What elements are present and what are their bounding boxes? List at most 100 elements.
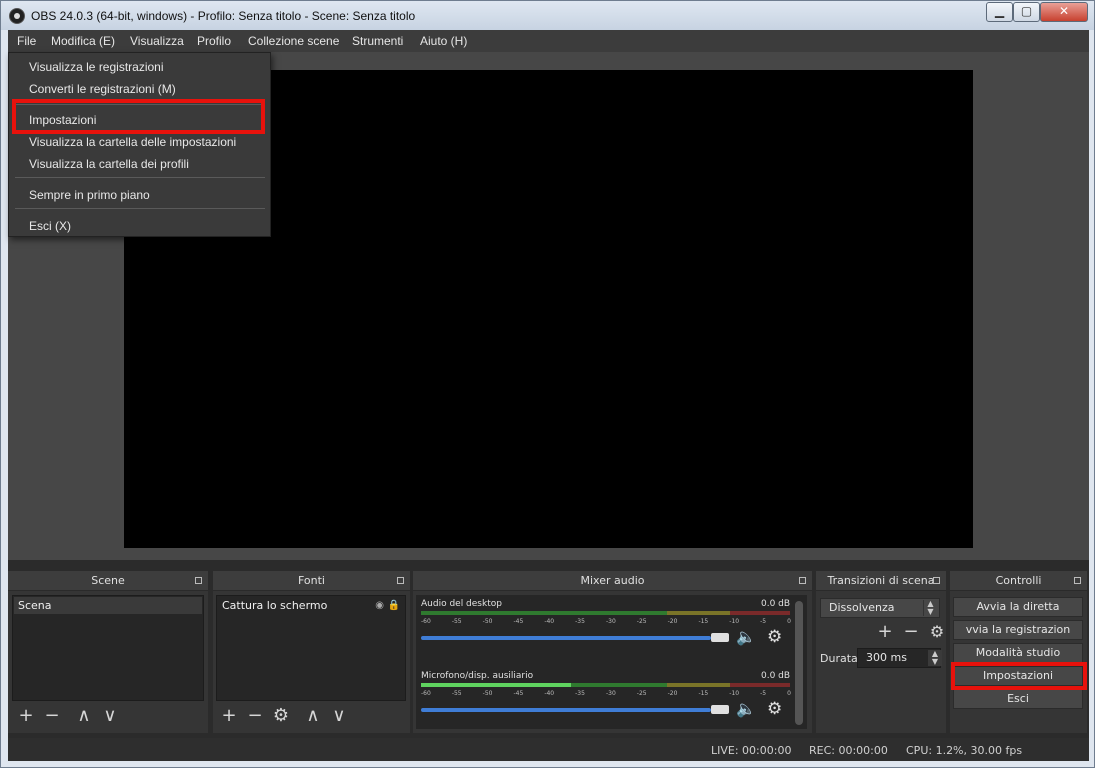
- lock-icon[interactable]: 🔒: [388, 597, 400, 614]
- menu-item-esci[interactable]: Esci (X): [29, 219, 71, 233]
- scene-transitions-dock: Transizioni di scena Dissolvenza ▲ ▼ + − …: [816, 571, 946, 733]
- speaker-icon[interactable]: 🔈: [736, 627, 756, 646]
- tick-label: 0: [787, 690, 791, 697]
- transitions-dock-title: Transizioni di scena: [827, 574, 935, 587]
- menu-bar: File Modifica (E) Visualizza Profilo Col…: [8, 30, 1089, 52]
- volume-slider-handle[interactable]: [711, 633, 729, 642]
- close-button[interactable]: ✕: [1040, 2, 1088, 22]
- window-titlebar: OBS 24.0.3 (64-bit, windows) - Profilo: …: [0, 0, 1095, 30]
- window-frame: File Modifica (E) Visualizza Profilo Col…: [0, 30, 1095, 768]
- undock-icon[interactable]: [933, 577, 940, 584]
- sources-dock-title: Fonti: [297, 574, 325, 587]
- mixer-tracks-area: Audio del desktop 0.0 dB -60 -55 -50 -45 -40…: [416, 595, 807, 729]
- volume-slider-mic[interactable]: [421, 708, 711, 712]
- volume-slider-desktop[interactable]: [421, 636, 711, 640]
- menu-modifica[interactable]: Modifica (E): [51, 34, 115, 48]
- duration-spinbox[interactable]: 300 ms ▲ ▼: [857, 648, 942, 668]
- move-scene-down-icon[interactable]: ∨: [100, 707, 120, 725]
- add-transition-icon[interactable]: +: [875, 623, 895, 641]
- meter-scale: -60 -55 -50 -45 -40 -35 -30 -25 -20 -15 -10 -5 0: [421, 618, 791, 625]
- speaker-icon[interactable]: 🔈: [736, 699, 756, 718]
- menu-strumenti[interactable]: Strumenti: [352, 34, 403, 48]
- menu-collezione-scene[interactable]: Collezione scene: [248, 34, 339, 48]
- tick-label: -35: [575, 690, 585, 697]
- mixer-scrollbar[interactable]: [795, 601, 803, 725]
- undock-icon[interactable]: [195, 577, 202, 584]
- scene-list-item[interactable]: Scena: [14, 597, 202, 614]
- track-settings-gear-icon[interactable]: ⚙: [767, 627, 782, 647]
- mixer-track-db: 0.0 dB: [761, 599, 791, 609]
- undock-icon[interactable]: [799, 577, 806, 584]
- tick-label: -30: [605, 618, 616, 625]
- menu-item-cartella-impostazioni[interactable]: Visualizza la cartella delle impostazion…: [29, 135, 236, 149]
- start-streaming-button[interactable]: Avvia la diretta: [953, 597, 1083, 617]
- file-dropdown-menu: Visualizza le registrazioni Converti le …: [8, 52, 271, 237]
- mixer-track-name: Audio del desktop: [421, 599, 502, 609]
- start-recording-button[interactable]: vvia la registrazion: [953, 620, 1083, 640]
- rec-timer: REC: 00:00:00: [809, 744, 888, 757]
- tick-label: -55: [451, 690, 462, 697]
- add-source-icon[interactable]: +: [219, 707, 239, 725]
- exit-button[interactable]: Esci: [953, 689, 1083, 709]
- transition-select[interactable]: Dissolvenza ▲ ▼: [820, 598, 940, 618]
- track-settings-gear-icon[interactable]: ⚙: [767, 699, 782, 719]
- tick-label: -50: [482, 618, 493, 625]
- undock-icon[interactable]: [1074, 577, 1081, 584]
- undock-icon[interactable]: [397, 577, 404, 584]
- menu-file[interactable]: File: [17, 34, 36, 48]
- sources-dock-header: Fonti: [213, 571, 410, 591]
- menu-item-visualizza-registrazioni[interactable]: Visualizza le registrazioni: [29, 60, 164, 74]
- add-scene-icon[interactable]: +: [16, 707, 36, 725]
- menu-separator: [15, 177, 265, 178]
- menu-profilo[interactable]: Profilo: [197, 34, 231, 48]
- studio-mode-button[interactable]: Modalità studio: [953, 643, 1083, 663]
- tick-label: -25: [636, 690, 647, 697]
- minimize-button[interactable]: ▁: [986, 2, 1013, 22]
- tick-label: -40: [544, 690, 555, 697]
- cpu-fps-status: CPU: 1.2%, 30.00 fps: [906, 744, 1023, 757]
- transition-properties-gear-icon[interactable]: ⚙: [927, 623, 947, 641]
- menu-item-converti-registrazioni[interactable]: Converti le registrazioni (M): [29, 82, 176, 96]
- obs-main-window: File Modifica (E) Visualizza Profilo Col…: [8, 30, 1089, 761]
- mixer-track-db: 0.0 dB: [761, 671, 791, 681]
- spinbox-arrows-icon[interactable]: ▲ ▼: [928, 650, 942, 666]
- tick-label: -15: [698, 618, 709, 625]
- move-source-down-icon[interactable]: ∨: [329, 707, 349, 725]
- duration-value: 300 ms: [866, 651, 907, 664]
- tick-label: -10: [729, 690, 740, 697]
- tick-label: -55: [451, 618, 462, 625]
- tick-label: 0: [787, 618, 791, 625]
- menu-item-cartella-profili[interactable]: Visualizza la cartella dei profili: [29, 157, 189, 171]
- scene-dock-title: Scene: [91, 574, 125, 587]
- source-list-item[interactable]: Cattura lo schermo ◉ 🔒: [218, 597, 404, 614]
- mixer-track-name: Microfono/disp. ausiliario: [421, 671, 534, 681]
- source-properties-gear-icon[interactable]: ⚙: [271, 707, 291, 725]
- audio-meter-yellow: [667, 683, 730, 687]
- remove-scene-icon[interactable]: −: [42, 707, 62, 725]
- menu-item-sempre-in-primo-piano[interactable]: Sempre in primo piano: [29, 188, 150, 202]
- meter-scale: -60 -55 -50 -45 -40 -35 -30 -25 -20 -15 -10 -5 0: [421, 690, 791, 697]
- tick-label: -50: [482, 690, 493, 697]
- remove-transition-icon[interactable]: −: [901, 623, 921, 641]
- move-source-up-icon[interactable]: ∧: [303, 707, 323, 725]
- tick-label: -30: [605, 690, 616, 697]
- remove-source-icon[interactable]: −: [245, 707, 265, 725]
- audio-mixer-dock: Mixer audio Audio del desktop 0.0 dB -60…: [413, 571, 812, 733]
- audio-meter-red: [730, 683, 790, 687]
- audio-meter-green: [421, 611, 667, 615]
- move-scene-up-icon[interactable]: ∧: [74, 707, 94, 725]
- menu-aiuto[interactable]: Aiuto (H): [420, 34, 467, 48]
- visibility-eye-icon[interactable]: ◉: [375, 597, 384, 614]
- chevron-updown-icon: ▲ ▼: [923, 600, 937, 616]
- volume-slider-handle[interactable]: [711, 705, 729, 714]
- tick-label: -25: [636, 618, 647, 625]
- audio-meter-level: [421, 683, 571, 687]
- tick-label: -15: [698, 690, 709, 697]
- sources-dock: Fonti Cattura lo schermo ◉ 🔒 + − ⚙ ∧ ∨: [213, 571, 410, 733]
- live-timer: LIVE: 00:00:00: [711, 744, 792, 757]
- tick-label: -40: [544, 618, 555, 625]
- menu-visualizza[interactable]: Visualizza: [130, 34, 184, 48]
- maximize-button[interactable]: ▢: [1013, 2, 1040, 22]
- tick-label: -60: [421, 690, 431, 697]
- highlight-box-settings-button: [951, 662, 1087, 690]
